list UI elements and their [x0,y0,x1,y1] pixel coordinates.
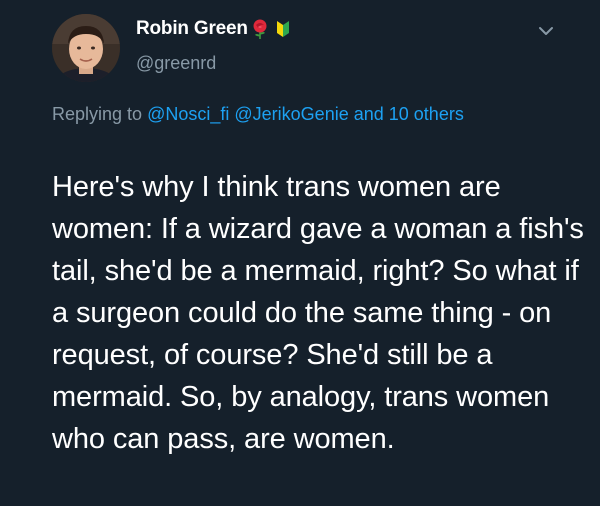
replying-to-line: Replying to @Nosci_fi @JerikoGenie and 1… [52,101,542,128]
tweet-menu-button[interactable] [535,20,557,42]
tweet-card: Robin Green @greenrd Replying to @Nosci_… [0,0,600,506]
replying-to-label: Replying to [52,104,143,124]
avatar-photo [52,14,120,82]
display-name[interactable]: Robin Green [136,18,248,40]
others-link[interactable]: and 10 others [354,104,464,124]
avatar[interactable] [52,14,120,82]
author-name-row[interactable]: Robin Green [136,18,291,40]
beginner-symbol-icon [276,21,289,37]
rose-icon [253,19,267,39]
mention-link[interactable]: @JerikoGenie [234,104,348,124]
name-emoji-group [249,18,291,40]
chevron-down-icon [539,27,553,35]
user-handle[interactable]: @greenrd [136,53,216,74]
mention-link[interactable]: @Nosci_fi [147,104,229,124]
tweet-text: Here's why I think trans women are women… [52,171,584,455]
